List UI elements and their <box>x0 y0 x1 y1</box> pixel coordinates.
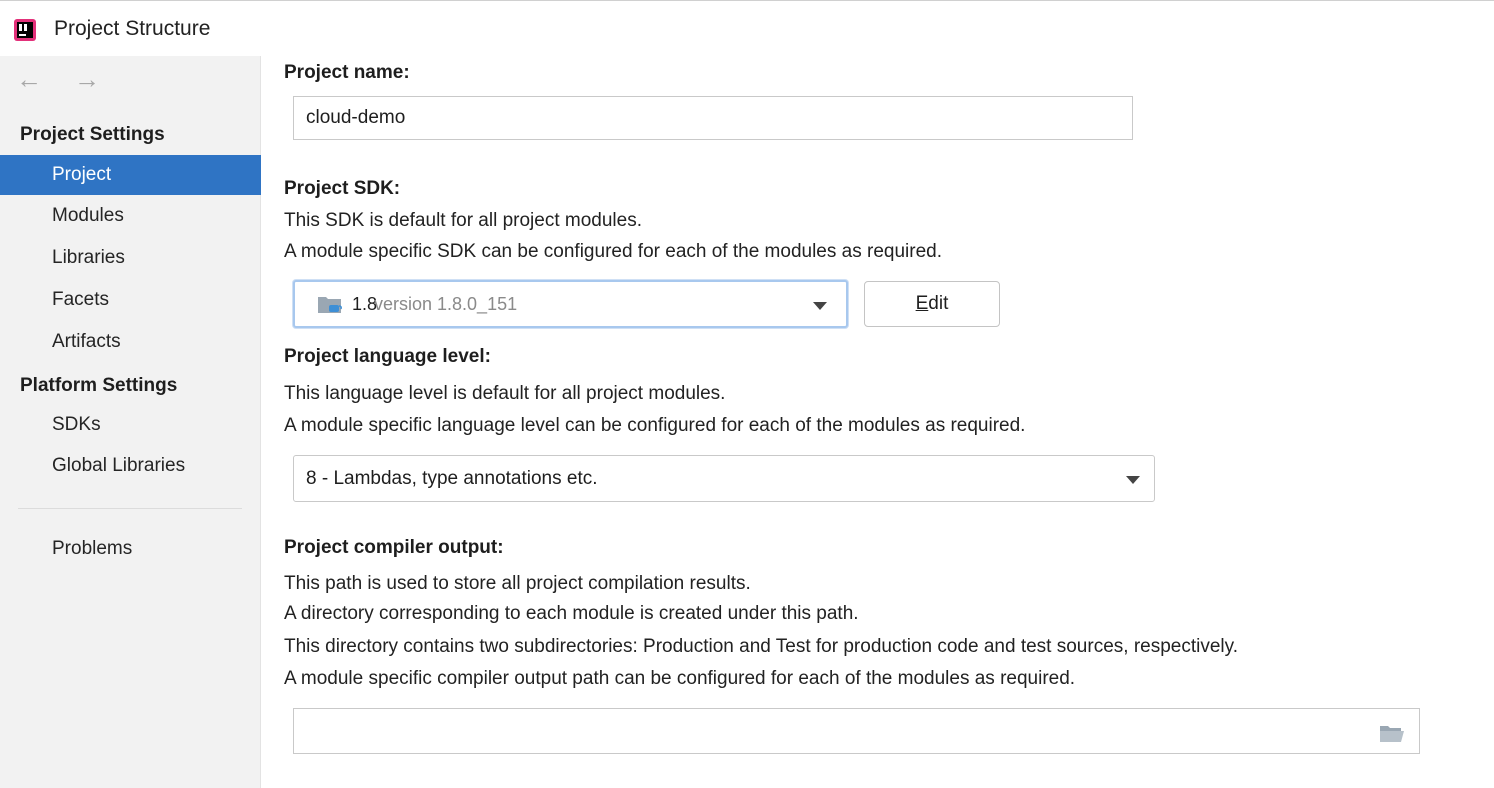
edit-sdk-button[interactable]: Edit <box>864 281 1000 327</box>
language-level-description: A module specific language level can be … <box>284 415 1026 436</box>
platform-settings-heading: Platform Settings <box>20 375 178 396</box>
project-name-input[interactable]: cloud-demo <box>293 96 1133 140</box>
arrow-left-icon[interactable]: ← <box>16 64 42 94</box>
language-level-value: 8 - Lambdas, type annotations etc. <box>306 468 598 489</box>
sidebar-item-sdks[interactable]: SDKs <box>0 405 261 445</box>
sidebar-item-modules[interactable]: Modules <box>0 196 261 236</box>
compiler-output-description: This directory contains two subdirectori… <box>284 636 1238 657</box>
sidebar-divider <box>18 508 242 509</box>
compiler-output-description: A module specific compiler output path c… <box>284 668 1076 689</box>
edit-button-mnemonic: E <box>915 293 929 314</box>
compiler-output-path-input[interactable] <box>293 708 1420 754</box>
compiler-output-description: This path is used to store all project c… <box>284 573 751 594</box>
sidebar: ← → Project Settings Project Modules Lib… <box>0 56 261 788</box>
jdk-folder-icon <box>318 297 342 313</box>
sidebar-item-artifacts[interactable]: Artifacts <box>0 322 261 362</box>
language-level-description: This language level is default for all p… <box>284 383 726 404</box>
title-bar: Project Structure <box>0 0 1494 56</box>
project-sdk-description: This SDK is default for all project modu… <box>284 210 642 231</box>
sdk-version: version 1.8.0_151 <box>374 294 518 314</box>
sidebar-item-project[interactable]: Project <box>0 155 261 195</box>
sidebar-item-libraries[interactable]: Libraries <box>0 238 261 278</box>
project-settings-panel: Project name: cloud-demo Project SDK: Th… <box>262 56 1494 788</box>
language-level-dropdown[interactable]: 8 - Lambdas, type annotations etc. <box>293 455 1155 502</box>
project-settings-heading: Project Settings <box>20 124 165 145</box>
arrow-right-icon[interactable]: → <box>74 64 100 94</box>
compiler-output-heading: Project compiler output: <box>284 537 504 558</box>
project-name-heading: Project name: <box>284 62 410 83</box>
compiler-output-description: A directory corresponding to each module… <box>284 603 859 624</box>
language-level-heading: Project language level: <box>284 346 491 367</box>
chevron-down-icon <box>813 302 827 310</box>
sidebar-item-problems[interactable]: Problems <box>0 529 261 569</box>
edit-button-label: dit <box>928 293 949 314</box>
project-sdk-description: A module specific SDK can be configured … <box>284 241 942 262</box>
sidebar-item-global-libraries[interactable]: Global Libraries <box>0 446 261 486</box>
sidebar-item-facets[interactable]: Facets <box>0 280 261 320</box>
project-sdk-dropdown[interactable]: 1.8 version 1.8.0_151 <box>293 280 848 328</box>
window-title: Project Structure <box>54 17 211 40</box>
intellij-idea-icon <box>14 19 36 41</box>
project-sdk-heading: Project SDK: <box>284 178 401 199</box>
folder-open-icon[interactable] <box>1379 724 1405 742</box>
chevron-down-icon <box>1126 476 1140 484</box>
